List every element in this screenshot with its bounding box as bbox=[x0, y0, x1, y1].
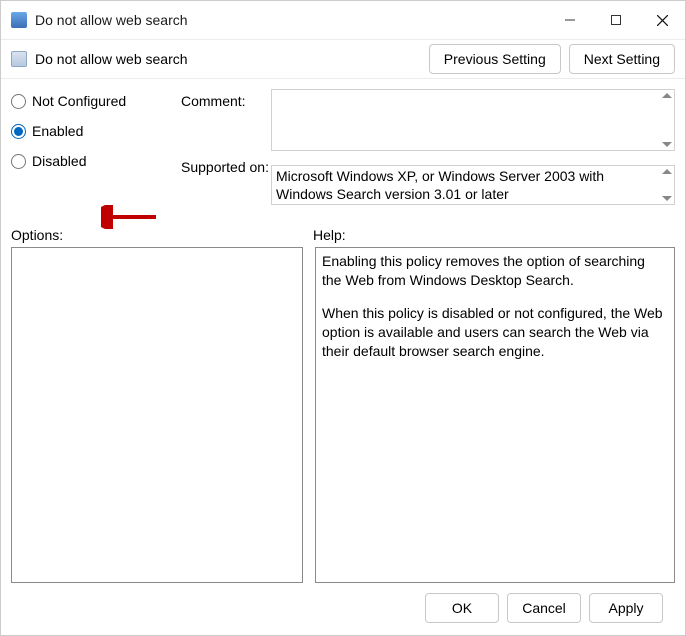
close-button[interactable] bbox=[639, 1, 685, 39]
help-panel: Enabling this policy removes the option … bbox=[315, 247, 675, 583]
ok-button[interactable]: OK bbox=[425, 593, 499, 623]
window-controls bbox=[547, 1, 685, 39]
radio-enabled[interactable]: Enabled bbox=[11, 123, 181, 139]
next-setting-button[interactable]: Next Setting bbox=[569, 44, 675, 74]
radio-label: Disabled bbox=[32, 153, 86, 169]
titlebar: Do not allow web search bbox=[1, 1, 685, 39]
previous-setting-button[interactable]: Previous Setting bbox=[429, 44, 561, 74]
radio-label: Enabled bbox=[32, 123, 83, 139]
options-panel bbox=[11, 247, 303, 583]
help-paragraph: Enabling this policy removes the option … bbox=[322, 252, 668, 290]
maximize-button[interactable] bbox=[593, 1, 639, 39]
window-title: Do not allow web search bbox=[35, 12, 547, 28]
help-paragraph: When this policy is disabled or not conf… bbox=[322, 304, 668, 361]
content: Not Configured Enabled Disabled Comment:… bbox=[1, 79, 685, 635]
comment-textarea[interactable] bbox=[271, 89, 675, 151]
apply-button[interactable]: Apply bbox=[589, 593, 663, 623]
options-label: Options: bbox=[11, 227, 313, 243]
arrow-annotation-icon bbox=[101, 205, 161, 229]
radio-disabled-input[interactable] bbox=[11, 154, 26, 169]
help-label: Help: bbox=[313, 227, 346, 243]
radio-disabled[interactable]: Disabled bbox=[11, 153, 181, 169]
radio-label: Not Configured bbox=[32, 93, 126, 109]
supported-on-label: Supported on: bbox=[181, 159, 271, 175]
comment-label: Comment: bbox=[181, 93, 271, 109]
header-row: Do not allow web search Previous Setting… bbox=[1, 39, 685, 79]
app-icon bbox=[11, 12, 27, 28]
policy-icon bbox=[11, 51, 27, 67]
footer: OK Cancel Apply bbox=[11, 583, 675, 635]
minimize-button[interactable] bbox=[547, 1, 593, 39]
supported-on-text: Microsoft Windows XP, or Windows Server … bbox=[271, 165, 675, 205]
cancel-button[interactable]: Cancel bbox=[507, 593, 581, 623]
supported-on-value: Microsoft Windows XP, or Windows Server … bbox=[276, 168, 604, 202]
radio-not-configured-input[interactable] bbox=[11, 94, 26, 109]
radio-not-configured[interactable]: Not Configured bbox=[11, 93, 181, 109]
radio-enabled-input[interactable] bbox=[11, 124, 26, 139]
page-title: Do not allow web search bbox=[35, 51, 188, 67]
